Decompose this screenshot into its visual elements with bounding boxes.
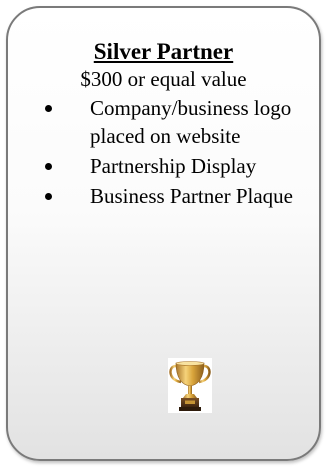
bullet-icon — [45, 193, 52, 200]
benefit-text: Company/business logo placed on website — [90, 96, 292, 148]
card-price: $300 or equal value — [80, 67, 247, 91]
list-item: Company/business logo placed on website — [8, 94, 319, 150]
benefit-text: Business Partner Plaque — [90, 184, 293, 208]
bullet-icon — [45, 163, 52, 170]
card-title: Silver Partner — [93, 39, 234, 64]
benefit-text: Partnership Display — [90, 154, 257, 178]
list-item: Partnership Display — [8, 152, 319, 180]
trophy-icon — [168, 358, 212, 413]
benefits-list: Company/business logo placed on website … — [8, 94, 319, 212]
partner-card: Silver Partner $300 or equal value Compa… — [6, 6, 321, 461]
bullet-icon — [45, 105, 52, 112]
list-item: Business Partner Plaque — [8, 182, 319, 210]
